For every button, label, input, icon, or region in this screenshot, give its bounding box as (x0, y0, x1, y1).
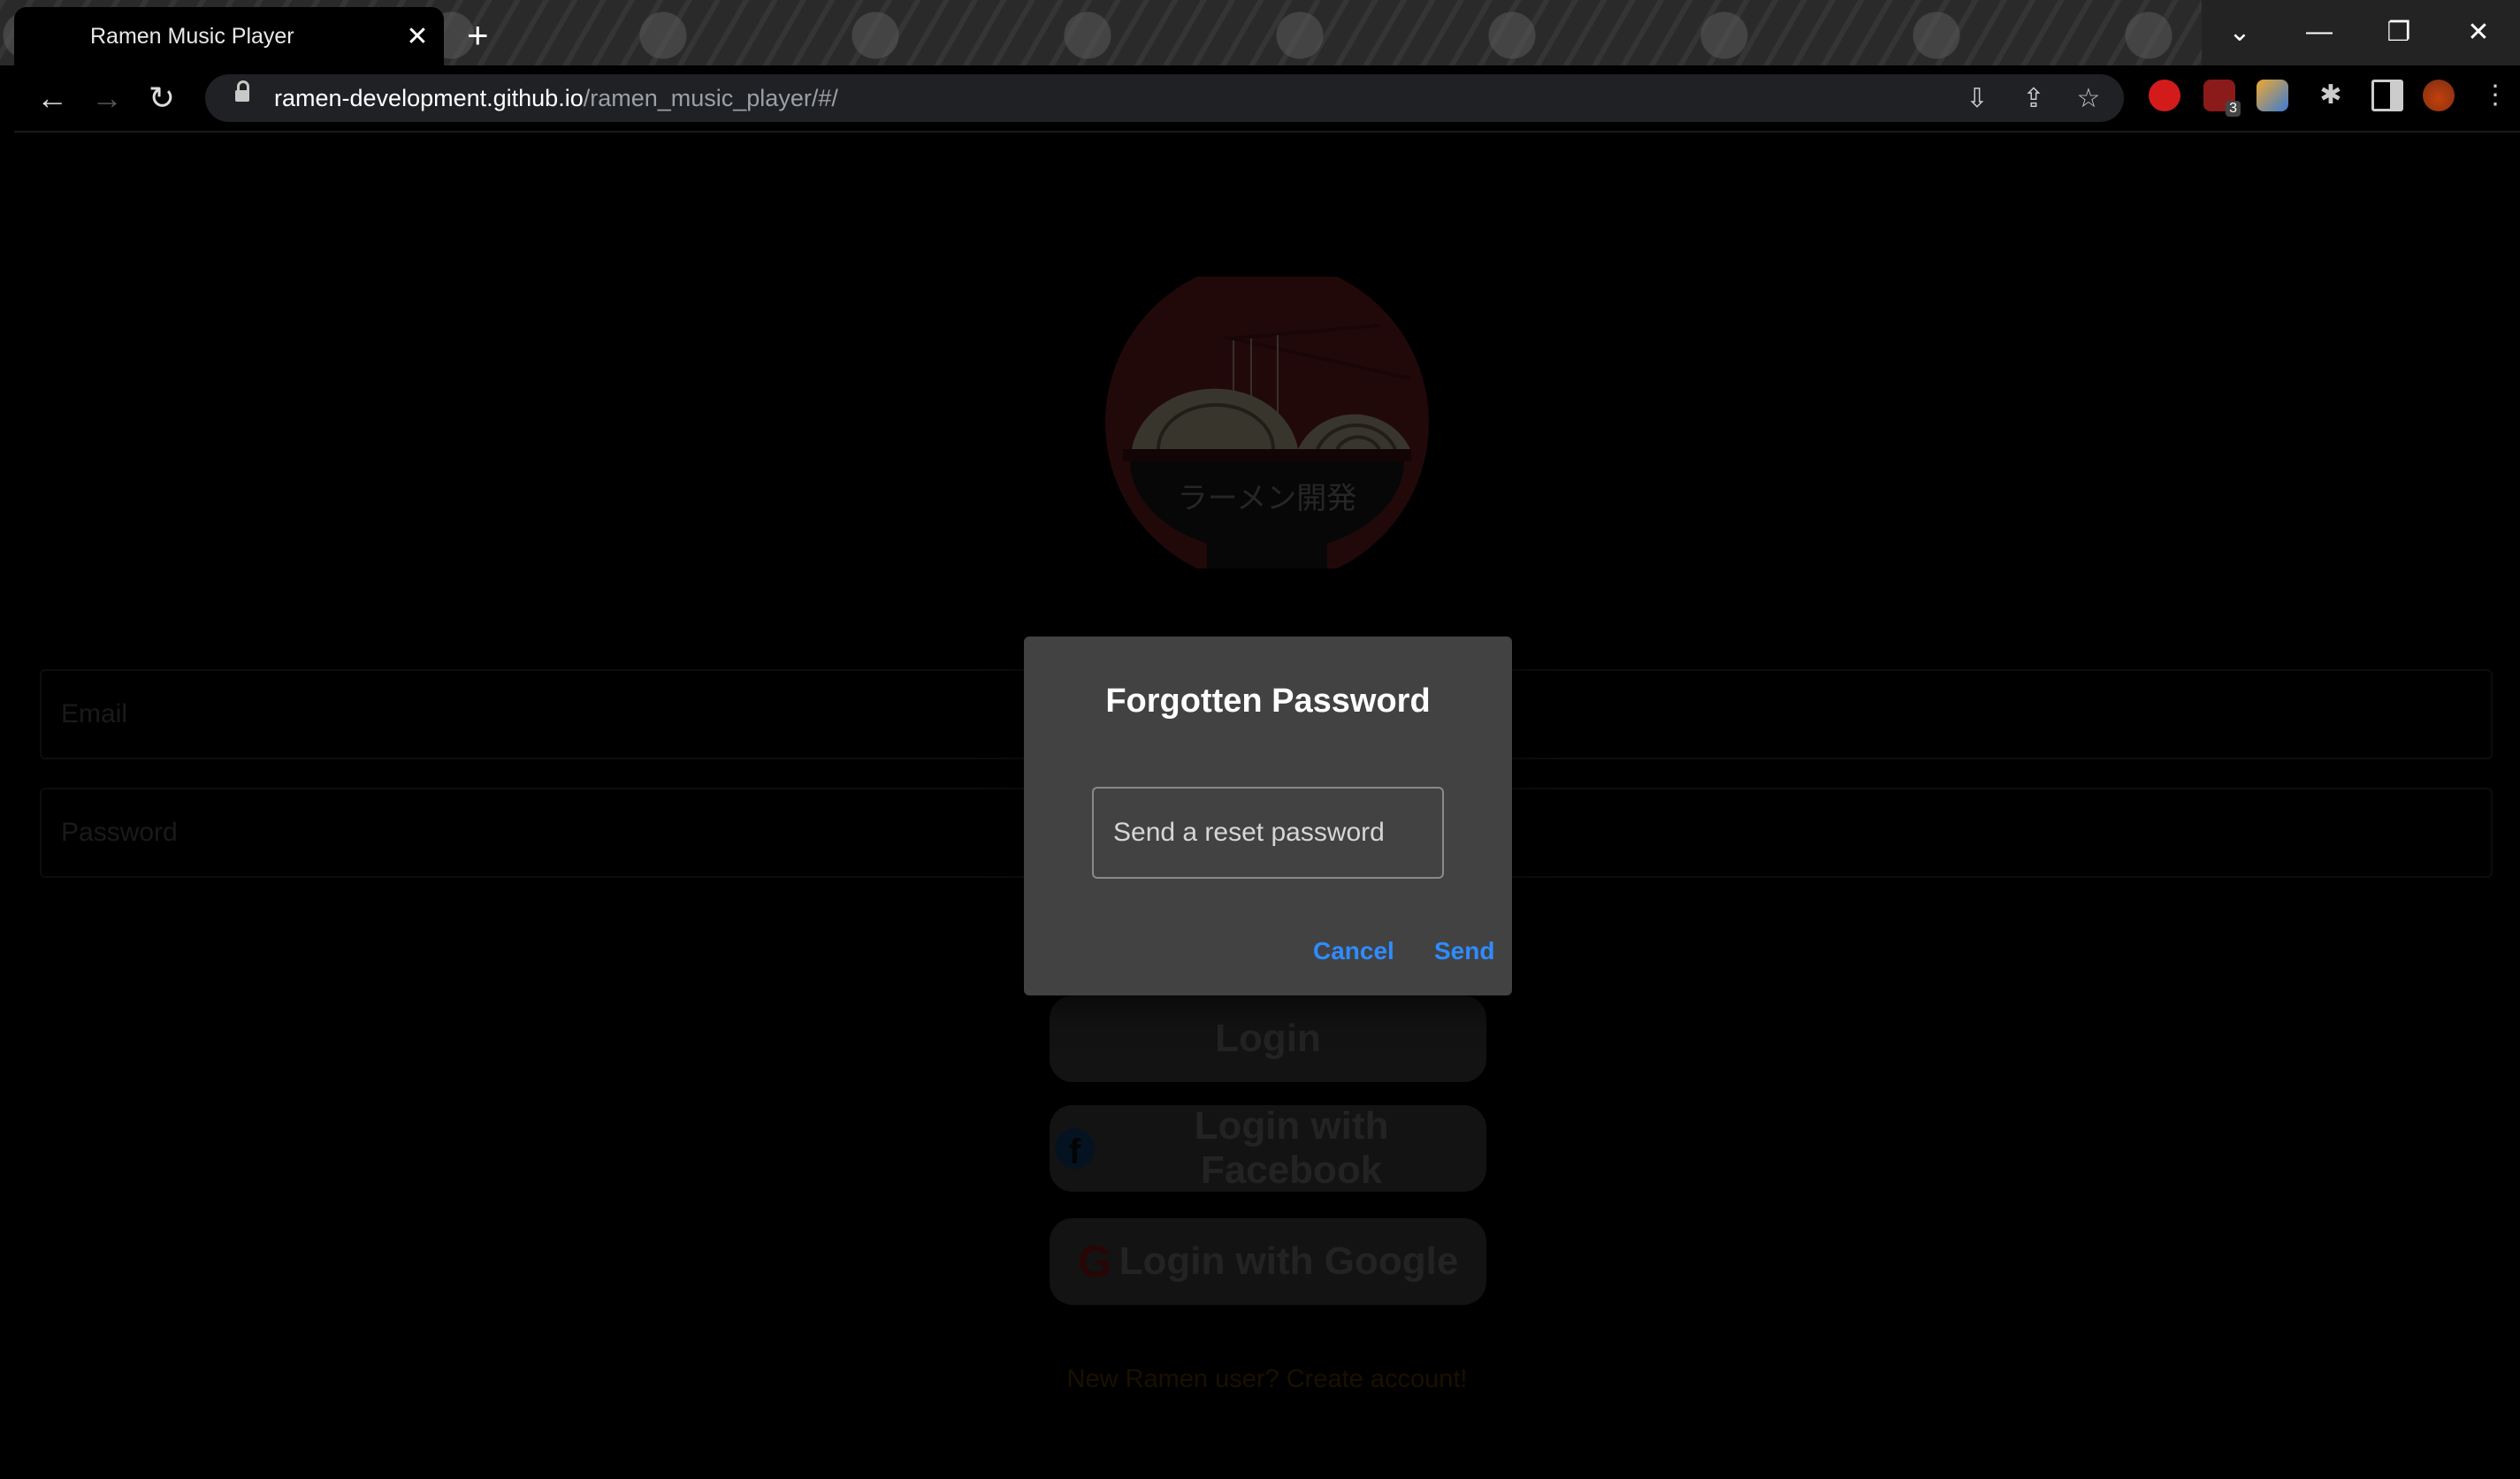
google-icon: G (1077, 1237, 1112, 1286)
login-facebook-button[interactable]: f Login with Facebook (1050, 1104, 1486, 1192)
login-facebook-label: Login with Facebook (1194, 1104, 1389, 1192)
profile-avatar[interactable] (2423, 80, 2455, 111)
send-button[interactable]: Send (1434, 937, 1494, 965)
forward-icon[interactable]: → (87, 78, 127, 118)
login-page: ラーメン開発 Login f Login with Facebook G Log… (14, 133, 2520, 1479)
extension-badge: 3 (2226, 101, 2241, 117)
side-panel-icon[interactable] (2371, 80, 2403, 111)
cancel-button[interactable]: Cancel (1313, 937, 1394, 965)
forgotten-password-dialog: Forgotten Password Cancel Send (1024, 637, 1512, 995)
tab-close-icon[interactable]: ✕ (391, 21, 444, 52)
new-tab-button[interactable]: + (467, 12, 489, 58)
window-close-icon[interactable]: ✕ (2439, 5, 2518, 58)
login-button-label: Login (1215, 1017, 1321, 1060)
color-picker-extension-icon[interactable] (2257, 80, 2288, 111)
browser-toolbar: ← → ↻ ramen-development.github.io/ramen_… (14, 65, 2520, 133)
create-account-link[interactable]: New Ramen user? Create account! (14, 1365, 2520, 1394)
browser-tab[interactable]: Ramen Music Player ✕ (14, 7, 444, 65)
ublock-extension-icon[interactable]: 3 (2203, 80, 2241, 117)
url-text: ramen-development.github.io/ramen_music_… (274, 74, 838, 122)
logo-text: ラーメン開発 (1178, 481, 1357, 516)
reset-email-input[interactable] (1094, 789, 1442, 877)
facebook-icon: f (1055, 1128, 1096, 1169)
ramen-logo: ラーメン開発 (1105, 277, 1429, 568)
url-path: /ramen_music_player/#/ (583, 85, 838, 111)
url-host: ramen-development.github.io (274, 85, 584, 111)
login-button[interactable]: Login (1050, 995, 1486, 1082)
share-icon[interactable]: ⇪ (2014, 80, 2053, 118)
browser-titlebar: Ramen Music Player ✕ + ⌄ — ❐ ✕ (0, 0, 2520, 65)
back-icon[interactable]: ← (32, 78, 73, 118)
lock-icon (235, 80, 249, 103)
extension-red-icon[interactable] (2149, 80, 2180, 111)
reload-icon[interactable]: ↻ (141, 78, 182, 118)
browser-menu-icon[interactable]: ⋮ (2476, 76, 2515, 115)
tab-search-icon[interactable]: ⌄ (2200, 5, 2279, 58)
restore-icon[interactable]: ❐ (2359, 5, 2439, 58)
minimize-icon[interactable]: — (2279, 5, 2359, 58)
install-app-icon[interactable]: ⇩ (1958, 80, 1997, 118)
extensions-puzzle-icon[interactable]: ✱ (2311, 76, 2350, 115)
bookmark-star-icon[interactable]: ☆ (2069, 80, 2108, 118)
tab-title: Ramen Music Player (90, 23, 294, 49)
login-google-button[interactable]: G Login with Google (1050, 1218, 1486, 1305)
address-bar[interactable]: ramen-development.github.io/ramen_music_… (205, 74, 2124, 122)
login-google-label: Login with Google (1119, 1239, 1459, 1283)
reset-email-field[interactable] (1092, 787, 1444, 879)
dialog-title: Forgotten Password (1105, 682, 1431, 720)
